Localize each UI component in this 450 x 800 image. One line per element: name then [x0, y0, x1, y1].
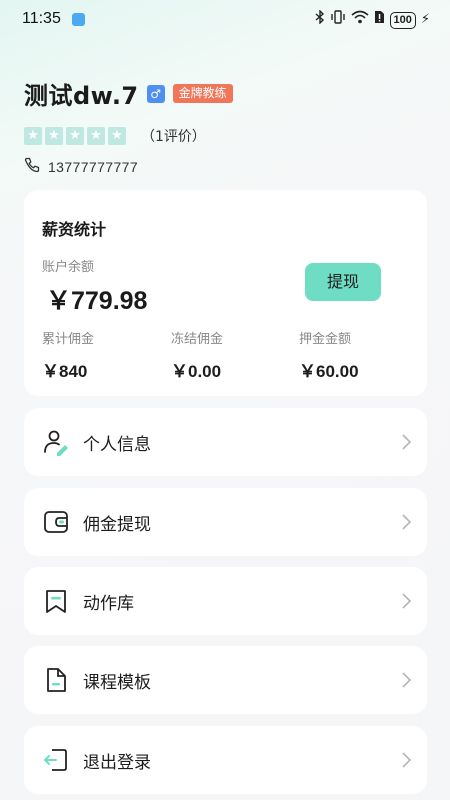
stat-label: 累计佣金: [42, 332, 95, 347]
menu-item-action-library[interactable]: 动作库: [24, 567, 427, 635]
rank-badge: 金牌教练: [172, 84, 233, 103]
star-icon: ★: [45, 127, 63, 145]
menu-label: 佣金提现: [83, 515, 151, 535]
stat-value: ￥0.00: [171, 362, 222, 381]
balance-label: 账户余额: [42, 260, 95, 275]
chevron-right-icon: [399, 750, 413, 770]
withdraw-button[interactable]: 提现: [305, 263, 381, 301]
personal-info-icon: [42, 428, 70, 456]
rating-row: ★ ★ ★ ★ ★ （1评价）: [24, 126, 206, 146]
phone-number: 13777777777: [48, 159, 139, 175]
star-icon: ★: [108, 127, 126, 145]
bluetooth-icon: [315, 9, 325, 30]
menu-item-commission-withdraw[interactable]: 佣金提现: [24, 488, 427, 556]
menu-label: 个人信息: [83, 435, 151, 455]
salary-card: 薪资统计 账户余额 ￥779.98 提现 累计佣金 ￥840 冻结佣金 ￥0.0…: [24, 190, 427, 396]
chevron-right-icon: [399, 670, 413, 690]
phone-icon: [24, 157, 40, 177]
vibrate-icon: [330, 10, 346, 30]
stat-value: ￥840: [42, 362, 88, 381]
menu-item-personal-info[interactable]: 个人信息: [24, 408, 427, 476]
bookmark-icon: [42, 587, 70, 615]
menu-label: 课程模板: [83, 673, 151, 693]
rating-count: （1评价）: [141, 129, 206, 145]
stat-label: 冻结佣金: [171, 332, 224, 347]
stat-label: 押金金额: [299, 332, 352, 347]
menu-label: 退出登录: [83, 753, 151, 773]
salary-title: 薪资统计: [42, 220, 107, 239]
document-icon: [42, 666, 70, 694]
stat-frozen-commission: 冻结佣金 ￥0.00: [171, 328, 223, 382]
star-icon: ★: [24, 127, 42, 145]
status-time: 11:35: [22, 10, 61, 27]
chevron-right-icon: [399, 432, 413, 452]
menu-label: 动作库: [83, 594, 134, 614]
menu-item-course-template[interactable]: 课程模板: [24, 646, 427, 714]
logout-icon: [42, 746, 70, 774]
profile-header: 测试dw.7 ♂ 金牌教练: [24, 76, 233, 111]
chevron-right-icon: [399, 512, 413, 532]
wallet-icon: [42, 508, 70, 536]
battery-indicator: 100: [389, 11, 416, 29]
charging-icon: ⚡: [420, 12, 430, 27]
sim-alert-icon: [374, 10, 385, 30]
notification-icon: [72, 13, 85, 26]
phone-row: 13777777777: [24, 157, 138, 177]
male-icon: ♂: [146, 84, 165, 103]
stat-deposit: 押金金额 ￥60.00: [299, 328, 359, 382]
status-icons: 100 ⚡: [315, 9, 430, 30]
stat-value: ￥60.00: [299, 362, 359, 381]
star-icon: ★: [66, 127, 84, 145]
status-bar: 11:35 100 ⚡: [0, 0, 450, 40]
star-icon: ★: [87, 127, 105, 145]
balance-value: ￥779.98: [46, 287, 148, 315]
chevron-right-icon: [399, 591, 413, 611]
stat-total-commission: 累计佣金 ￥840: [42, 328, 94, 382]
wifi-icon: [350, 10, 369, 30]
user-name: 测试dw.7: [24, 82, 139, 110]
menu-item-logout[interactable]: 退出登录: [24, 726, 427, 794]
